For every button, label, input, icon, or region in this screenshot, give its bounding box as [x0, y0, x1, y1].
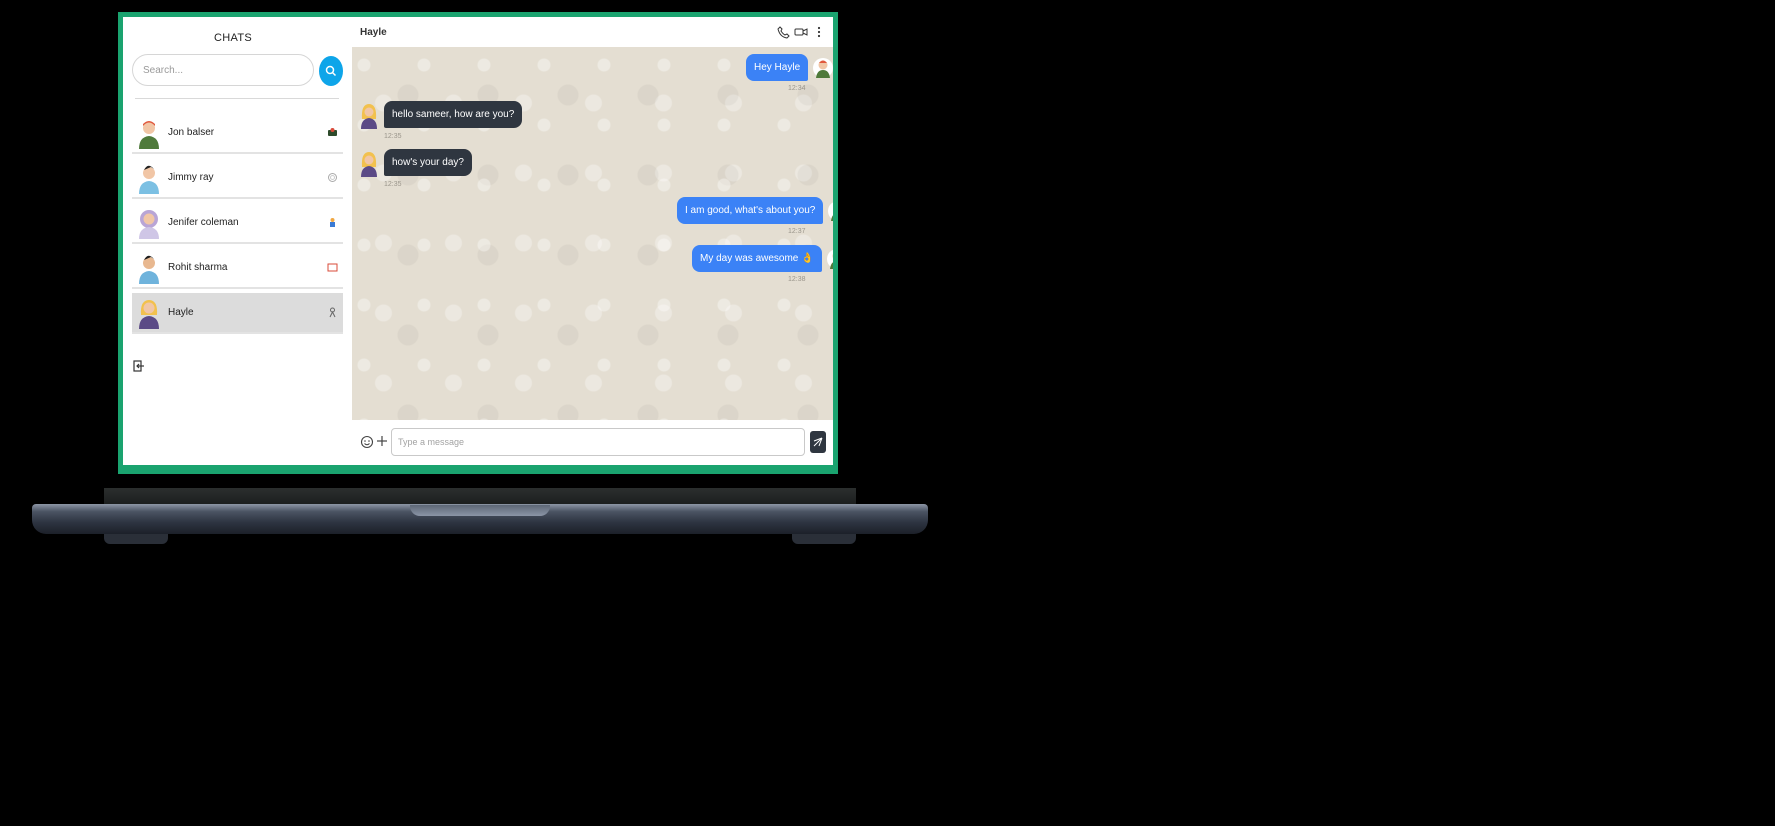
message-incoming: hello sameer, how are you? [358, 101, 523, 129]
status-sticker-icon [325, 261, 339, 275]
search-input[interactable] [132, 54, 314, 86]
emoji-icon[interactable] [360, 435, 374, 449]
avatar [828, 202, 833, 221]
more-vertical-icon[interactable] [811, 24, 827, 40]
avatar [813, 58, 833, 78]
search-button[interactable] [319, 56, 343, 86]
chat-contact-name: Hayle [360, 26, 387, 38]
avatar [361, 104, 377, 129]
contact-name: Jon balser [168, 127, 215, 138]
avatar [139, 165, 159, 194]
chat-header: Hayle [352, 17, 833, 47]
message-bubble: hello sameer, how are you? [384, 101, 523, 128]
message-time: 12:34 [788, 85, 806, 92]
message-input[interactable] [391, 428, 805, 456]
send-button[interactable] [810, 431, 826, 453]
contact-name: Rohit sharma [168, 262, 228, 273]
status-sticker-icon [325, 306, 339, 320]
contact-jenifer-coleman[interactable]: Jenifer coleman [132, 203, 343, 244]
video-icon[interactable] [793, 24, 809, 40]
avatar [139, 120, 159, 149]
contact-jimmy-ray[interactable]: Jimmy ray [132, 158, 343, 199]
message-composer [352, 420, 833, 465]
contact-name: Jimmy ray [168, 172, 214, 183]
search-icon [325, 65, 337, 77]
laptop-hinge [104, 488, 856, 504]
status-sticker-icon [325, 171, 339, 185]
send-icon [813, 437, 823, 447]
message-bubble: how's your day? [384, 149, 472, 176]
message-time: 12:38 [788, 276, 806, 283]
status-sticker-icon [325, 126, 339, 140]
sidebar-title: CHATS [214, 32, 252, 44]
laptop-notch [410, 505, 550, 516]
sidebar: CHATS Jon balser Jimmy ray [123, 17, 343, 465]
avatar [139, 299, 159, 329]
contact-jon-balser[interactable]: Jon balser [132, 113, 343, 154]
contact-rohit-sharma[interactable]: Rohit sharma [132, 248, 343, 289]
avatar [826, 249, 833, 269]
message-list: Hey Hayle 12:34 hello sameer, how are yo… [352, 47, 833, 420]
logout-icon[interactable] [132, 359, 146, 373]
message-time: 12:35 [384, 181, 402, 188]
laptop-foot-right [792, 534, 856, 544]
message-outgoing: My day was awesome 👌 [692, 245, 833, 273]
laptop-foot-left [104, 534, 168, 544]
message-time: 12:37 [788, 228, 806, 235]
plus-icon[interactable] [376, 431, 388, 451]
message-outgoing: I am good, what's about you? [677, 197, 833, 225]
message-bubble: Hey Hayle [746, 54, 809, 81]
message-outgoing: Hey Hayle [746, 54, 833, 82]
avatar [361, 152, 377, 177]
message-bubble: I am good, what's about you? [677, 197, 824, 224]
contact-name: Jenifer coleman [168, 217, 239, 228]
message-incoming: how's your day? [358, 149, 472, 177]
sidebar-divider [135, 98, 339, 99]
message-time: 12:35 [384, 133, 402, 140]
status-sticker-icon [325, 216, 339, 230]
contact-hayle[interactable]: Hayle [132, 293, 343, 334]
message-bubble: My day was awesome 👌 [692, 245, 822, 272]
avatar [139, 209, 159, 239]
avatar [139, 255, 159, 284]
phone-icon[interactable] [775, 24, 791, 40]
contact-name: Hayle [168, 307, 194, 318]
chat-app: CHATS Jon balser Jimmy ray [123, 17, 833, 465]
